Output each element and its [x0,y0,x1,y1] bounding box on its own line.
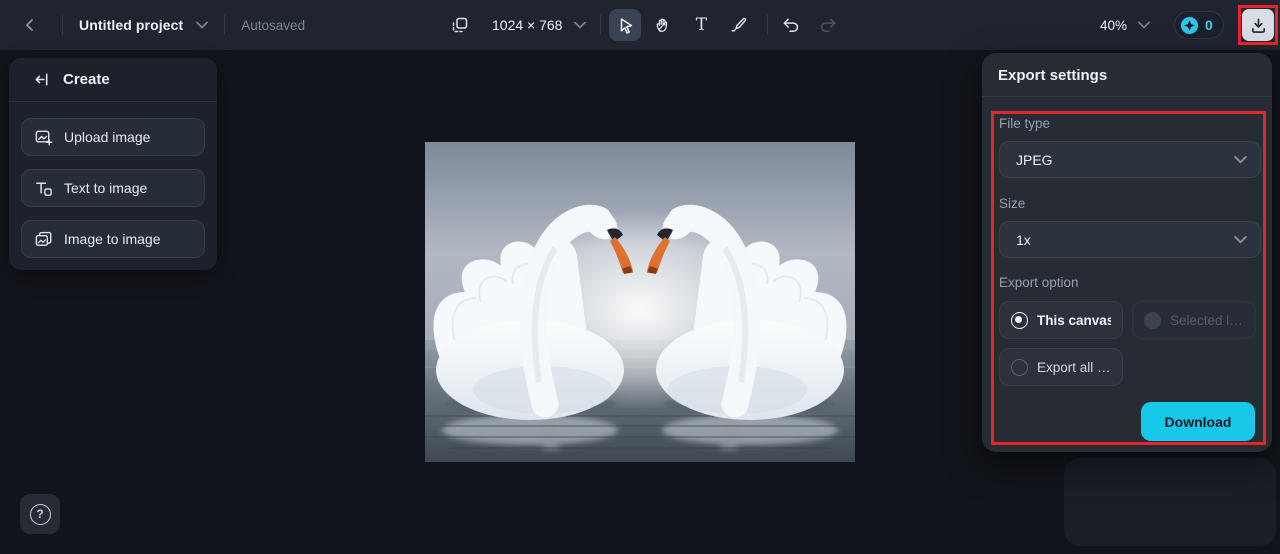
divider [224,15,226,35]
redo-icon [820,18,836,32]
download-icon [1251,18,1265,33]
hand-icon [657,18,668,33]
file-type-value: JPEG [1016,151,1053,168]
undo-icon [783,18,799,32]
radio-selected-icon [1011,311,1028,329]
text-to-image-icon [36,182,52,196]
size-value: 1x [1016,231,1031,248]
text-to-image-label: Text to image [64,180,148,196]
image-to-image-label: Image to image [64,231,161,247]
project-title: Untitled project [79,17,184,33]
project-title-menu[interactable]: Untitled project [79,17,209,33]
selected-layer-label: Selected l… [1170,312,1243,328]
upload-image-icon [35,130,53,145]
file-type-dropdown[interactable]: JPEG [999,141,1261,178]
background-panel [1064,458,1276,546]
sidebar-title: Create [63,71,110,88]
this-canvas-label: This canvas [1037,312,1111,328]
zoom-level-value: 40% [1100,17,1128,33]
file-type-label: File type [999,116,1051,131]
download-button[interactable]: Download [1141,402,1255,441]
upload-image-label: Upload image [64,129,151,145]
help-button[interactable]: ? [20,494,60,534]
chevron-down-icon [1234,235,1247,244]
export-panel-title: Export settings [998,67,1108,84]
radio-disabled-icon [1144,311,1161,329]
text-to-image-button[interactable]: Text to image [21,169,205,207]
text-tool-button[interactable]: T [685,9,717,41]
upload-image-button[interactable]: Upload image [21,118,205,156]
export-download-button[interactable] [1242,9,1274,41]
brush-icon [731,17,747,32]
resize-canvas-icon-button[interactable] [444,9,476,41]
undo-button[interactable] [774,9,806,41]
brush-tool-button[interactable] [723,9,755,41]
credits-spark-icon [1180,16,1199,34]
back-button[interactable] [14,9,46,41]
select-tool-button[interactable] [609,9,642,41]
chevron-left-icon [26,19,33,31]
image-to-image-icon [35,231,52,246]
divider [62,15,63,35]
divider [982,96,1272,97]
radio-unselected-icon [1011,358,1028,376]
export-all-label: Export all … [1037,359,1111,375]
export-settings-panel: Export settings File type JPEG Size 1x E… [982,53,1272,452]
chevron-down-icon [196,21,209,29]
autosave-status: Autosaved [241,17,306,33]
create-sidebar: Create Upload image Text to image Image … [9,58,217,270]
chevron-down-icon [1138,21,1150,29]
credits-count: 0 [1205,17,1213,33]
collapse-back-icon[interactable] [33,71,50,88]
canvas-size-selector[interactable]: 1024 × 768 [492,17,587,33]
resize-canvas-icon [452,17,468,33]
zoom-level-selector[interactable]: 40% [1100,18,1150,33]
export-option-export-all[interactable]: Export all … [999,348,1123,386]
divider [600,15,602,35]
text-tool-icon: T [695,15,708,35]
export-option-label: Export option [999,275,1079,290]
chevron-down-icon [574,21,587,29]
pan-tool-button[interactable] [647,9,679,41]
redo-button[interactable] [812,9,844,41]
cursor-icon [620,17,633,34]
size-dropdown[interactable]: 1x [999,221,1261,258]
help-icon: ? [29,503,51,525]
size-label: Size [999,196,1026,211]
canvas-size-value: 1024 × 768 [492,17,563,33]
export-option-selected-layer: Selected l… [1132,301,1256,339]
divider [767,15,769,35]
chevron-down-icon [1234,155,1247,164]
image-to-image-button[interactable]: Image to image [21,220,205,258]
credits-badge[interactable]: 0 [1174,11,1224,39]
export-option-this-canvas[interactable]: This canvas [999,301,1123,339]
top-toolbar: Untitled project Autosaved 1024 × 768 T … [0,0,1280,50]
canvas-image-swans[interactable] [425,142,855,462]
sidebar-header: Create [9,58,217,102]
app-root: Untitled project Autosaved 1024 × 768 T … [0,0,1280,554]
